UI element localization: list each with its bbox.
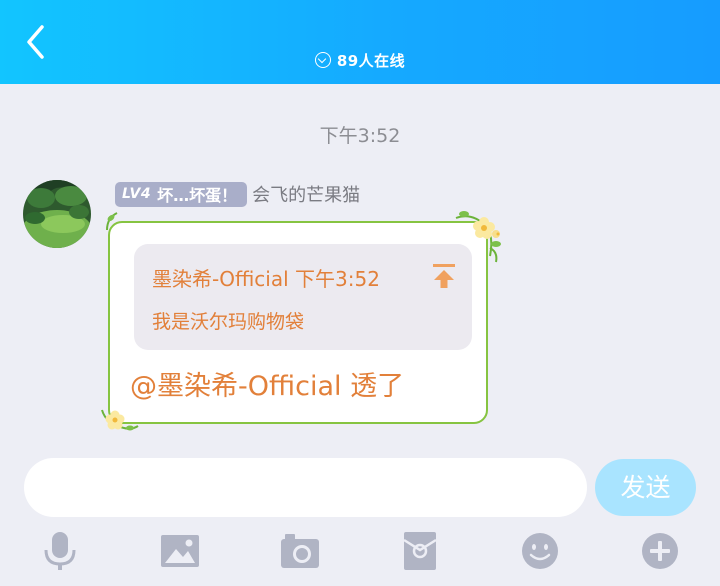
flower-decoration-icon (455, 211, 501, 263)
leaf-decoration-icon (106, 212, 118, 231)
emoji-icon[interactable] (519, 530, 561, 572)
sender-info: LV4 坏…坏蛋！ 会飞的芒果猫 (115, 180, 360, 208)
microphone-icon[interactable] (39, 530, 81, 572)
red-packet-icon[interactable] (399, 530, 441, 572)
quoted-header: 墨染希-Official 下午3:52 (152, 267, 380, 291)
chat-header: 89人在线 (0, 0, 720, 84)
message-input[interactable] (24, 458, 587, 517)
send-button[interactable]: 发送 (595, 459, 696, 516)
image-icon[interactable] (159, 530, 201, 572)
camera-icon[interactable] (279, 530, 321, 572)
plus-icon[interactable] (639, 530, 681, 572)
quoted-message[interactable]: 墨染希-Official 下午3:52 我是沃尔玛购物袋 (134, 244, 472, 350)
avatar[interactable] (23, 180, 91, 248)
message-timestamp: 下午3:52 (319, 125, 401, 147)
flower-decoration-icon (101, 409, 139, 431)
avatar-image (23, 180, 91, 248)
member-title-badge[interactable]: LV4 坏…坏蛋！ (115, 181, 248, 207)
jump-to-quote-icon[interactable] (432, 263, 456, 289)
sender-name[interactable]: 会飞的芒果猫 (252, 181, 360, 207)
online-check-icon (314, 52, 331, 68)
member-title: 坏…坏蛋！ (157, 186, 238, 205)
online-status: 89人在线 (0, 50, 720, 71)
message-bubble[interactable]: 墨染希-Official 下午3:52 我是沃尔玛购物袋 @墨染希-Offici… (108, 221, 488, 424)
online-count: 89人在线 (336, 52, 406, 70)
message-text: @墨染希-Official 透了 (130, 371, 405, 402)
level-badge: LV4 (122, 186, 152, 202)
quoted-text: 我是沃尔玛购物袋 (152, 311, 305, 333)
